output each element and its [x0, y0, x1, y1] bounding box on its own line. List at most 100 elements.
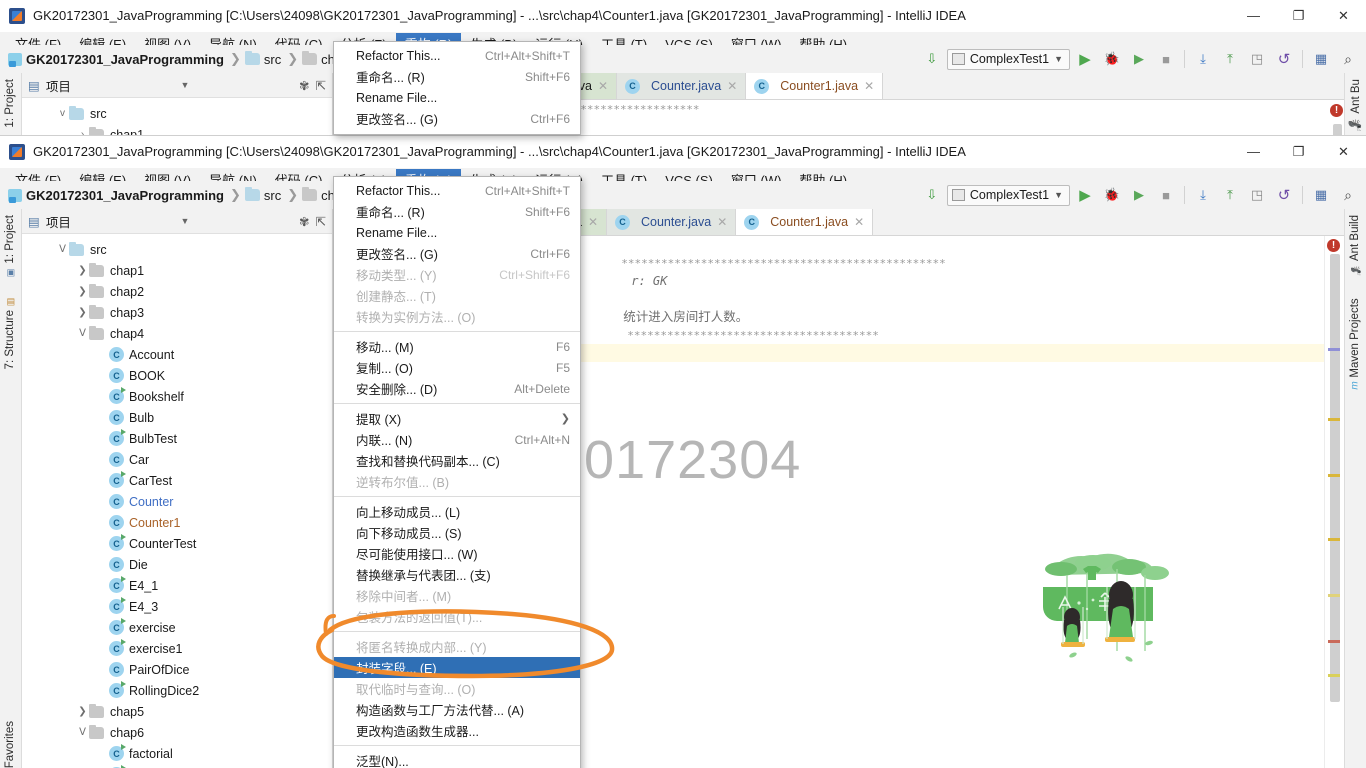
- undo-icon[interactable]: ↺: [1272, 184, 1296, 206]
- breadcrumb-project[interactable]: GK20172301_JavaProgramming: [24, 52, 226, 67]
- window1-toolbar-right[interactable]: ⇩ ComplexTest1 ▼ ▶ 🐞 ▶ ■ ⤓ ⤒ ◳ ↺ ▦ ⌕: [920, 48, 1366, 70]
- close-icon[interactable]: ✕: [864, 79, 874, 93]
- window1-titlebar[interactable]: GK20172301_JavaProgramming [C:\Users\240…: [0, 0, 1366, 32]
- chevron-expanded-icon[interactable]: ᐯ: [76, 727, 89, 738]
- maximize-button[interactable]: ❐: [1276, 0, 1321, 32]
- minimize-button[interactable]: —: [1231, 0, 1276, 32]
- marker-changed[interactable]: [1328, 348, 1340, 351]
- sidebar-tab-ant-build[interactable]: 🐜 Ant Bu: [1349, 79, 1363, 132]
- chevron-collapsed-icon[interactable]: ❯: [76, 265, 89, 276]
- tree-node-rollingdice2[interactable]: C RollingDice2: [22, 680, 332, 701]
- breadcrumb-src[interactable]: src: [262, 52, 283, 67]
- close-icon[interactable]: ✕: [727, 79, 737, 93]
- debug-icon[interactable]: 🐞: [1100, 184, 1124, 206]
- window2-titlebar[interactable]: GK20172301_JavaProgramming [C:\Users\240…: [0, 136, 1366, 168]
- menu-item[interactable]: 重命名... (R) Shift+F6: [334, 201, 580, 222]
- tree-node-bookshelf[interactable]: C Bookshelf: [22, 386, 332, 407]
- menu-item[interactable]: Refactor This... Ctrl+Alt+Shift+T: [334, 45, 580, 66]
- gear-icon[interactable]: ✾: [299, 78, 309, 93]
- menu-item[interactable]: 泛型(N)...: [334, 750, 580, 768]
- stop-icon[interactable]: ■: [1154, 184, 1178, 206]
- editor-tab-counter1[interactable]: C Counter1.java ✕: [736, 209, 874, 235]
- menu-item[interactable]: 尽可能使用接口... (W): [334, 543, 580, 564]
- marker-warning[interactable]: [1328, 538, 1340, 541]
- close-icon[interactable]: ✕: [598, 79, 608, 93]
- close-icon[interactable]: ✕: [717, 215, 727, 229]
- tree-node-e4_3[interactable]: C E4_3: [22, 596, 332, 617]
- sidebar-tab-project[interactable]: 1: Project: [4, 79, 16, 128]
- menu-item[interactable]: 封装字段... (E): [334, 657, 580, 678]
- menu-item[interactable]: 替换继承与代表团... (支): [334, 564, 580, 585]
- error-badge[interactable]: !: [1327, 239, 1340, 252]
- vcs-update-icon[interactable]: ⤓: [1191, 184, 1215, 206]
- chevron-expanded-icon[interactable]: ᐯ: [56, 244, 69, 255]
- maximize-button[interactable]: ❐: [1276, 136, 1321, 168]
- tree-node-e4_1[interactable]: C E4_1: [22, 575, 332, 596]
- close-icon[interactable]: ✕: [854, 215, 864, 229]
- tree-node-exercise1[interactable]: Cexercise1: [22, 638, 332, 659]
- window2-controls[interactable]: — ❐ ✕: [1231, 136, 1366, 168]
- vcs-update-icon[interactable]: ⤓: [1191, 48, 1215, 70]
- window2-navbar[interactable]: GK20172301_JavaProgramming ❯ src ❯ chap4…: [0, 181, 1366, 209]
- marker-warning[interactable]: [1328, 418, 1340, 421]
- window2-left-toolstrip[interactable]: ▣ 1: Project 7: Structure ▤ Favorites: [0, 209, 22, 768]
- menu-item[interactable]: 更改构造函数生成器...: [334, 720, 580, 741]
- tree-node-countertest[interactable]: C CounterTest: [22, 533, 332, 554]
- window2-right-toolstrip[interactable]: 🐜 Ant Build m Maven Projects: [1344, 209, 1366, 768]
- marker-warning[interactable]: [1328, 474, 1340, 477]
- marker-warning[interactable]: [1328, 674, 1340, 677]
- refactor-menu-popup-background[interactable]: Refactor This... Ctrl+Alt+Shift+T 重命名... (…: [333, 41, 581, 135]
- refactor-menu-items-background[interactable]: Refactor This... Ctrl+Alt+Shift+T 重命名... (…: [334, 45, 580, 129]
- chevron-down-icon[interactable]: ▼: [180, 80, 189, 90]
- tree-node-counter[interactable]: C Counter: [22, 491, 332, 512]
- tree-node-gradereport[interactable]: CGradeReport: [22, 764, 332, 768]
- tree-node-src[interactable]: ᐯ src: [22, 239, 332, 260]
- sidebar-tab-structure[interactable]: 7: Structure ▤: [4, 296, 16, 369]
- menu-item[interactable]: 更改签名... (G) Ctrl+F6: [334, 243, 580, 264]
- tree-node-die[interactable]: C Die: [22, 554, 332, 575]
- vcs-history-icon[interactable]: ◳: [1245, 48, 1269, 70]
- compile-icon[interactable]: ⇩: [920, 48, 944, 70]
- menu-item[interactable]: Rename File...: [334, 87, 580, 108]
- run-coverage-icon[interactable]: ▶: [1127, 48, 1151, 70]
- menu-item[interactable]: 向上移动成员... (L): [334, 501, 580, 522]
- sidebar-tab-ant-build[interactable]: 🐜 Ant Build: [1349, 215, 1361, 276]
- tree-node-cartest[interactable]: C CarTest: [22, 470, 332, 491]
- menu-item[interactable]: 复制... (O) F5: [334, 357, 580, 378]
- tree-node-src[interactable]: v src: [22, 103, 332, 124]
- debug-icon[interactable]: 🐞: [1100, 48, 1124, 70]
- menu-item[interactable]: 构造函数与工厂方法代替... (A): [334, 699, 580, 720]
- chevron-collapsed-icon[interactable]: ❯: [76, 307, 89, 318]
- tree-node-chap1[interactable]: ❯ chap1: [22, 260, 332, 281]
- window1-controls[interactable]: — ❐ ✕: [1231, 0, 1366, 32]
- sidebar-tab-maven-projects[interactable]: m Maven Projects: [1349, 298, 1361, 390]
- window2-toolbar-right[interactable]: ⇩ ComplexTest1 ▼ ▶ 🐞 ▶ ■ ⤓ ⤒ ◳ ↺ ▦ ⌕: [920, 184, 1366, 206]
- menu-item[interactable]: 提取 (X) ❯: [334, 408, 580, 429]
- gear-icon[interactable]: ✾: [299, 214, 309, 229]
- breadcrumb-project[interactable]: GK20172301_JavaProgramming: [24, 188, 226, 203]
- marker-error[interactable]: [1328, 640, 1340, 643]
- refactor-menu-items[interactable]: Refactor This... Ctrl+Alt+Shift+T 重命名... (…: [334, 180, 580, 768]
- breadcrumb-src[interactable]: src: [262, 188, 283, 203]
- sidebar-tab-favorites[interactable]: Favorites: [4, 721, 16, 768]
- run-coverage-icon[interactable]: ▶: [1127, 184, 1151, 206]
- close-button[interactable]: ✕: [1321, 0, 1366, 32]
- window2-project-panel[interactable]: ▤ 项目 ▼ ✾ ⇱ ᐯ src ❯ chap1 ❯ chap2 ❯ chap3 ᐯ chap4 C…: [22, 209, 333, 768]
- tree-node-chap2[interactable]: ❯ chap2: [22, 281, 332, 302]
- error-badge[interactable]: !: [1330, 104, 1343, 117]
- tree-node-chap3[interactable]: ❯ chap3: [22, 302, 332, 323]
- tree-node-account[interactable]: C Account: [22, 344, 332, 365]
- chevron-expanded-icon[interactable]: v: [56, 108, 69, 119]
- menu-item[interactable]: Refactor This... Ctrl+Alt+Shift+T: [334, 180, 580, 201]
- run-icon[interactable]: ▶: [1073, 184, 1097, 206]
- menu-item[interactable]: 内联... (N) Ctrl+Alt+N: [334, 429, 580, 450]
- chevron-down-icon[interactable]: ▼: [180, 216, 189, 226]
- tree-node-factorial[interactable]: Cfactorial: [22, 743, 332, 764]
- settings-icon[interactable]: ▦: [1309, 48, 1333, 70]
- vcs-commit-icon[interactable]: ⤒: [1218, 184, 1242, 206]
- window2-marker-gutter[interactable]: !: [1324, 236, 1344, 768]
- editor-tab-counter[interactable]: C Counter.java ✕: [617, 73, 747, 99]
- vcs-commit-icon[interactable]: ⤒: [1218, 48, 1242, 70]
- menu-item[interactable]: 移动... (M) F6: [334, 336, 580, 357]
- window2-project-tree[interactable]: ᐯ src ❯ chap1 ❯ chap2 ❯ chap3 ᐯ chap4 C Account C BOO…: [22, 234, 332, 768]
